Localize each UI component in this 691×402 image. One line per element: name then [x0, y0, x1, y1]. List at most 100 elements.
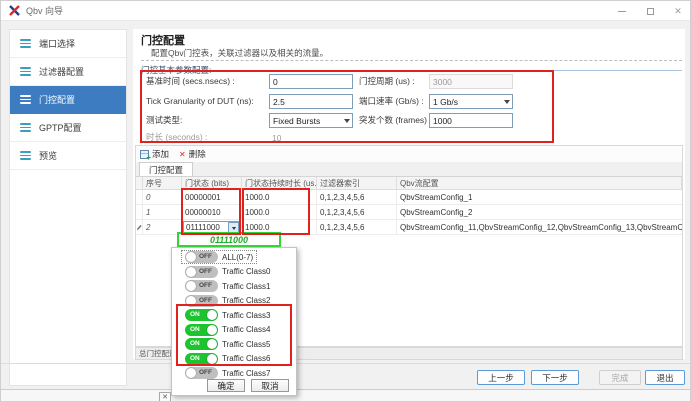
popup-close-box[interactable]: ✕ — [159, 392, 171, 402]
toggle-switch-tc1[interactable]: OFF — [185, 280, 218, 292]
toggle-knob — [207, 354, 217, 364]
close-icon: ✕ — [162, 394, 168, 401]
sidebar-item-preview[interactable]: 预览 — [10, 142, 126, 170]
toggle-row-all[interactable]: OFF ALL(0-7) — [172, 250, 296, 265]
sidebar-item-port-select[interactable]: 端口选择 — [10, 30, 126, 58]
base-time-input[interactable]: 0 — [269, 74, 353, 89]
toggle-switch-tc2[interactable]: OFF — [185, 295, 218, 307]
add-row-button[interactable]: 添加 — [140, 148, 169, 160]
list-icon — [20, 95, 31, 104]
delete-row-button[interactable]: ✕ 删除 — [179, 148, 206, 160]
toggle-state: OFF — [199, 251, 218, 263]
toggle-switch-tc5[interactable]: ON — [185, 338, 218, 350]
test-type-label: 测试类型: — [146, 113, 182, 128]
burst-count-input[interactable]: 1000 — [429, 113, 513, 128]
toggle-knob — [186, 267, 196, 277]
close-button[interactable]: ✕ — [664, 1, 691, 21]
port-speed-select[interactable]: 1 Gb/s — [429, 94, 513, 109]
test-type-value: Fixed Bursts — [273, 116, 320, 126]
sidebar-item-label: 过滤器配置 — [39, 65, 84, 78]
col-header-stream-config: Qbv流配置 — [397, 177, 682, 189]
cell-filter-index[interactable]: 0,1,2,3,4,5,6 — [317, 220, 397, 234]
gate-state-value: 01111000 — [186, 223, 220, 232]
toggle-row-tc1[interactable]: OFF Traffic Class1 — [172, 279, 296, 294]
port-speed-value: 1 Gb/s — [433, 97, 458, 107]
dropdown-button[interactable] — [228, 222, 239, 233]
duration-value: 10 — [269, 130, 353, 145]
sidebar-item-label: 门控配置 — [39, 93, 75, 106]
cell-gate-state[interactable]: 00000010 — [182, 205, 242, 219]
toggle-switch-tc6[interactable]: ON — [185, 353, 218, 365]
bottom-separator — [1, 363, 691, 364]
toggle-switch-tc0[interactable]: OFF — [185, 266, 218, 278]
finish-button[interactable]: 完成 — [599, 370, 641, 385]
cell-duration[interactable]: 1000.0 — [242, 190, 317, 204]
minimize-button[interactable] — [608, 1, 636, 21]
dotted-separator — [141, 60, 682, 61]
toggle-switch-all[interactable]: OFF — [185, 251, 218, 263]
sidebar-item-gate-config[interactable]: 门控配置 — [10, 86, 126, 114]
prev-step-button[interactable]: 上一步 — [477, 370, 525, 385]
cancel-button[interactable]: 取消 — [251, 379, 289, 392]
cell-gate-state[interactable]: 00000001 — [182, 190, 242, 204]
cell-stream-config[interactable]: QbvStreamConfig_11,QbvStreamConfig_12,Qb… — [397, 220, 682, 234]
toggle-switch-tc4[interactable]: ON — [185, 324, 218, 336]
table-toolbar: 添加 ✕ 删除 — [136, 146, 682, 162]
cell-filter-index[interactable]: 0,1,2,3,4,5,6 — [317, 205, 397, 219]
list-icon — [20, 123, 31, 132]
port-speed-label: 端口速率 (Gb/s) : — [359, 94, 424, 109]
cell-duration[interactable]: 1000.0 — [242, 205, 317, 219]
maximize-button[interactable] — [636, 1, 664, 21]
col-header-duration: 门状态持续时长 (us.ns) — [242, 177, 317, 189]
toggle-knob — [186, 281, 196, 291]
cell-index: 0 — [143, 190, 182, 204]
toggle-row-tc0[interactable]: OFF Traffic Class0 — [172, 265, 296, 280]
toggle-knob — [186, 252, 196, 262]
tick-granularity-label: Tick Granularity of DUT (ns): — [146, 94, 254, 109]
minimize-icon — [618, 11, 626, 12]
toggle-row-tc4[interactable]: ON Traffic Class4 — [172, 323, 296, 338]
tab-gate-config[interactable]: 门控配置 — [139, 162, 193, 176]
toggle-label: Traffic Class7 — [222, 369, 270, 378]
list-icon — [20, 151, 31, 160]
row-edit-indicator — [136, 220, 143, 234]
cell-stream-config[interactable]: QbvStreamConfig_2 — [397, 205, 682, 219]
table-row[interactable]: 0 00000001 1000.0 0,1,2,3,4,5,6 QbvStrea… — [136, 190, 682, 205]
cell-filter-index[interactable]: 0,1,2,3,4,5,6 — [317, 190, 397, 204]
toggle-row-tc6[interactable]: ON Traffic Class6 — [172, 352, 296, 367]
next-step-button[interactable]: 下一步 — [531, 370, 579, 385]
ok-button[interactable]: 确定 — [207, 379, 245, 392]
gate-cycle-value: 3000 — [429, 74, 513, 89]
gate-cycle-label: 门控周期 (us) : — [359, 74, 415, 89]
window-bottom-strip — [1, 390, 691, 402]
maximize-icon — [647, 8, 654, 15]
page-subtitle: 配置Qbv门控表，关联过滤器以及相关的流量。 — [151, 47, 328, 59]
cell-stream-config[interactable]: QbvStreamConfig_1 — [397, 190, 682, 204]
table-tabstrip: 门控配置 — [136, 162, 682, 177]
toggle-row-tc2[interactable]: OFF Traffic Class2 — [172, 294, 296, 309]
row-indicator-header — [136, 177, 143, 189]
toggle-label: ALL(0-7) — [222, 253, 253, 262]
exit-button[interactable]: 退出 — [645, 370, 685, 385]
toggle-state: OFF — [199, 295, 218, 307]
sidebar: 端口选择 过滤器配置 门控配置 GPTP配置 预览 — [9, 29, 127, 386]
tick-granularity-input[interactable]: 2.5 — [269, 94, 353, 109]
add-row-label: 添加 — [152, 148, 169, 160]
sidebar-item-gptp-config[interactable]: GPTP配置 — [10, 114, 126, 142]
sidebar-item-filter-config[interactable]: 过滤器配置 — [10, 58, 126, 86]
gate-bits-preview: 01111000 — [177, 232, 281, 247]
test-type-select[interactable]: Fixed Bursts — [269, 113, 353, 128]
toggle-switch-tc3[interactable]: ON — [185, 309, 218, 321]
gate-table: 序号 门状态 (bits) 门状态持续时长 (us.ns) 过滤器索引 Qbv流… — [136, 177, 682, 235]
base-time-label: 基准时间 (secs.nsecs) : — [146, 74, 235, 89]
toggle-row-tc5[interactable]: ON Traffic Class5 — [172, 337, 296, 352]
table-header-row: 序号 门状态 (bits) 门状态持续时长 (us.ns) 过滤器索引 Qbv流… — [136, 177, 682, 190]
duration-label: 时长 (seconds) : — [146, 130, 207, 145]
toggle-switch-tc7[interactable]: OFF — [185, 367, 218, 379]
row-indicator-cell — [136, 205, 143, 219]
toggle-knob — [186, 296, 196, 306]
toggle-row-tc3[interactable]: ON Traffic Class3 — [172, 308, 296, 323]
list-icon — [20, 67, 31, 76]
delete-row-label: 删除 — [189, 148, 206, 160]
table-row[interactable]: 1 00000010 1000.0 0,1,2,3,4,5,6 QbvStrea… — [136, 205, 682, 220]
